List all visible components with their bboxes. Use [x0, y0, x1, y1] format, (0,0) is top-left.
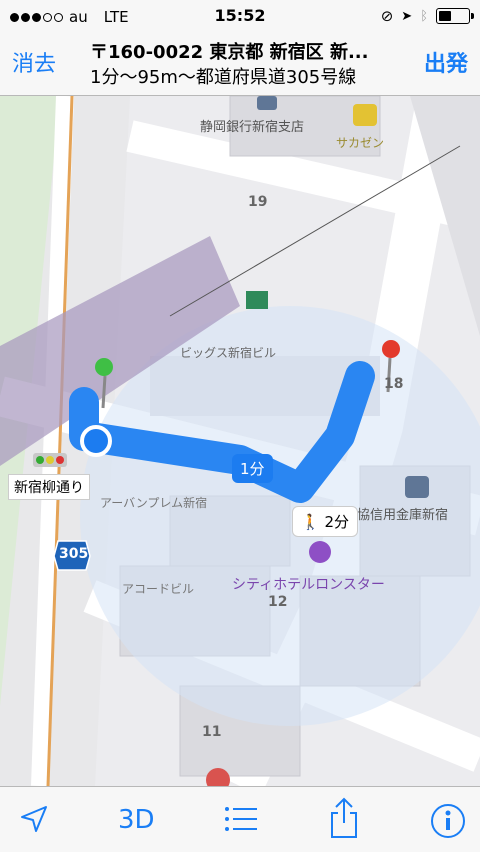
list-icon[interactable]	[224, 805, 258, 837]
navigation-bar: 消去 〒160-0022 東京都 新宿区 新... 1分〜95m〜都道府県道30…	[0, 32, 480, 96]
map-view[interactable]: 静岡銀行新宿支店 サカゼン ビッグス新宿ビル 新宿柳通り アーバンプレム新宿 ア…	[0, 96, 480, 786]
battery-icon	[436, 8, 474, 24]
walk-time-value: 2分	[324, 513, 350, 531]
start-button[interactable]: 出発	[424, 46, 468, 78]
block-number: 11	[202, 724, 222, 740]
bottom-toolbar: 3D	[0, 786, 480, 852]
destination-address: 〒160-0022 東京都 新宿区 新...	[90, 42, 369, 63]
location-arrow-icon: ➤	[401, 8, 413, 24]
street-label[interactable]: 新宿柳通り	[8, 474, 90, 500]
building-label[interactable]: ビッグス新宿ビル	[180, 344, 276, 361]
hotel-label[interactable]: シティホテルロンスター	[232, 574, 385, 594]
info-icon[interactable]	[430, 803, 466, 843]
sakazen-label[interactable]: サカゼン	[336, 134, 384, 151]
apartment-label[interactable]: アーバンプレム新宿	[100, 494, 207, 511]
share-icon[interactable]	[328, 797, 360, 843]
block-number: 18	[384, 376, 404, 392]
3d-button[interactable]: 3D	[118, 805, 155, 835]
status-bar: au LTE 15:52 ⊘ ➤ ᛒ	[0, 0, 480, 32]
clear-button[interactable]: 消去	[12, 46, 56, 78]
block-number: 12	[268, 594, 288, 610]
bluetooth-icon: ᛒ	[420, 8, 428, 24]
bank-label[interactable]: 静岡銀行新宿支店	[200, 116, 304, 135]
route-305-shield: 305	[59, 546, 89, 562]
rotation-lock-icon: ⊘	[380, 7, 394, 25]
walk-time-callout[interactable]: 🚶 2分	[292, 506, 359, 537]
block-number: 19	[248, 194, 268, 210]
status-icons: ⊘ ➤ ᛒ	[380, 7, 474, 25]
map-canvas	[0, 96, 480, 786]
route-summary: 1分〜95m〜都道府県道305号線	[90, 67, 357, 88]
pedestrian-icon: 🚶	[301, 513, 320, 531]
route-time-callout[interactable]: 1分	[232, 454, 273, 483]
credit-bank-label[interactable]: 三協信用金庫新宿	[344, 504, 448, 523]
location-arrow-icon[interactable]	[18, 803, 50, 839]
acord-building-label[interactable]: アコードビル	[122, 580, 194, 597]
